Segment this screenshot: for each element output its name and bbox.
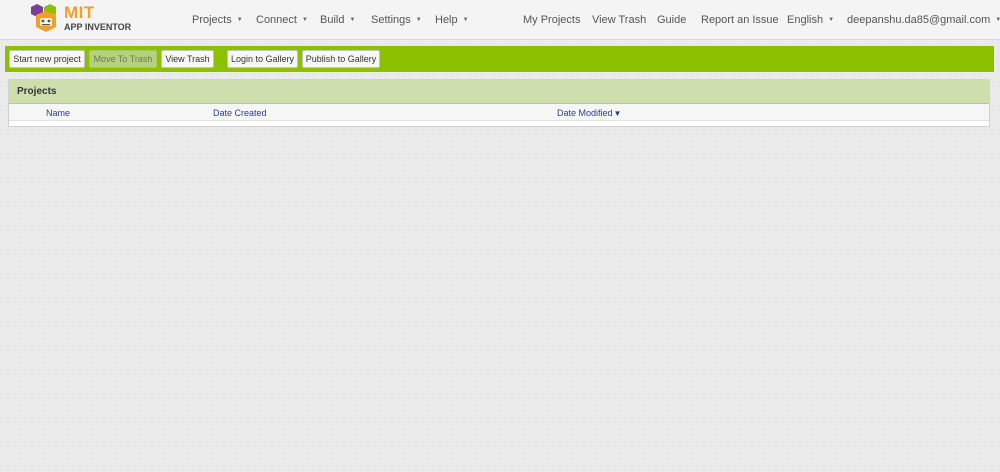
language-label: English xyxy=(787,14,824,26)
link-view-trash[interactable]: View Trash xyxy=(592,13,646,27)
move-to-trash-button[interactable]: Move To Trash xyxy=(89,50,157,68)
sort-descending-icon: ▼ xyxy=(613,109,622,118)
menu-account[interactable]: deepanshu.da85@gmail.com ▼ xyxy=(847,13,1000,27)
menu-projects-label: Projects xyxy=(192,14,232,26)
link-report-issue[interactable]: Report an Issue xyxy=(701,13,779,27)
caret-down-icon: ▼ xyxy=(415,17,422,23)
projects-table-header: Name Date Created Date Modified▼ xyxy=(9,104,989,121)
menu-build[interactable]: Build ▼ xyxy=(320,13,355,27)
app-inventor-logo-icon xyxy=(31,4,56,32)
menu-settings[interactable]: Settings ▼ xyxy=(371,13,422,27)
caret-down-icon: ▼ xyxy=(301,17,308,23)
column-header-date-modified[interactable]: Date Modified▼ xyxy=(557,108,621,119)
link-guide[interactable]: Guide xyxy=(657,13,686,27)
projects-panel-title: Projects xyxy=(17,86,57,97)
column-header-name[interactable]: Name xyxy=(46,108,70,119)
date-modified-label: Date Modified xyxy=(557,108,613,118)
projects-panel: Projects Name Date Created Date Modified… xyxy=(8,79,990,127)
caret-down-icon: ▼ xyxy=(995,17,1000,23)
menu-connect-label: Connect xyxy=(256,14,297,26)
caret-down-icon: ▼ xyxy=(462,17,469,23)
caret-down-icon: ▼ xyxy=(236,17,243,23)
publish-to-gallery-button[interactable]: Publish to Gallery xyxy=(302,50,380,68)
view-trash-button[interactable]: View Trash xyxy=(161,50,214,68)
app-inventor-logo[interactable]: MIT APP INVENTOR xyxy=(27,3,137,35)
menu-build-label: Build xyxy=(320,14,345,26)
top-navigation-bar: MIT APP INVENTOR Projects ▼ Connect ▼ Buil… xyxy=(0,0,1000,40)
account-email: deepanshu.da85@gmail.com xyxy=(847,14,991,26)
menu-projects[interactable]: Projects ▼ xyxy=(192,13,243,27)
menu-connect[interactable]: Connect ▼ xyxy=(256,13,308,27)
caret-down-icon: ▼ xyxy=(349,17,356,23)
start-new-project-button[interactable]: Start new project xyxy=(9,50,85,68)
menu-settings-label: Settings xyxy=(371,14,411,26)
column-header-date-created[interactable]: Date Created xyxy=(213,108,267,119)
logo-subtitle: APP INVENTOR xyxy=(64,22,132,32)
caret-down-icon: ▼ xyxy=(828,17,835,23)
projects-panel-header: Projects xyxy=(9,80,989,104)
project-toolbar: Start new project Move To Trash View Tra… xyxy=(5,46,994,72)
menu-help[interactable]: Help ▼ xyxy=(435,13,469,27)
link-my-projects[interactable]: My Projects xyxy=(523,13,580,27)
logo-mit-text: MIT xyxy=(64,3,95,22)
menu-language[interactable]: English ▼ xyxy=(787,13,834,27)
login-to-gallery-button[interactable]: Login to Gallery xyxy=(227,50,298,68)
menu-help-label: Help xyxy=(435,14,458,26)
